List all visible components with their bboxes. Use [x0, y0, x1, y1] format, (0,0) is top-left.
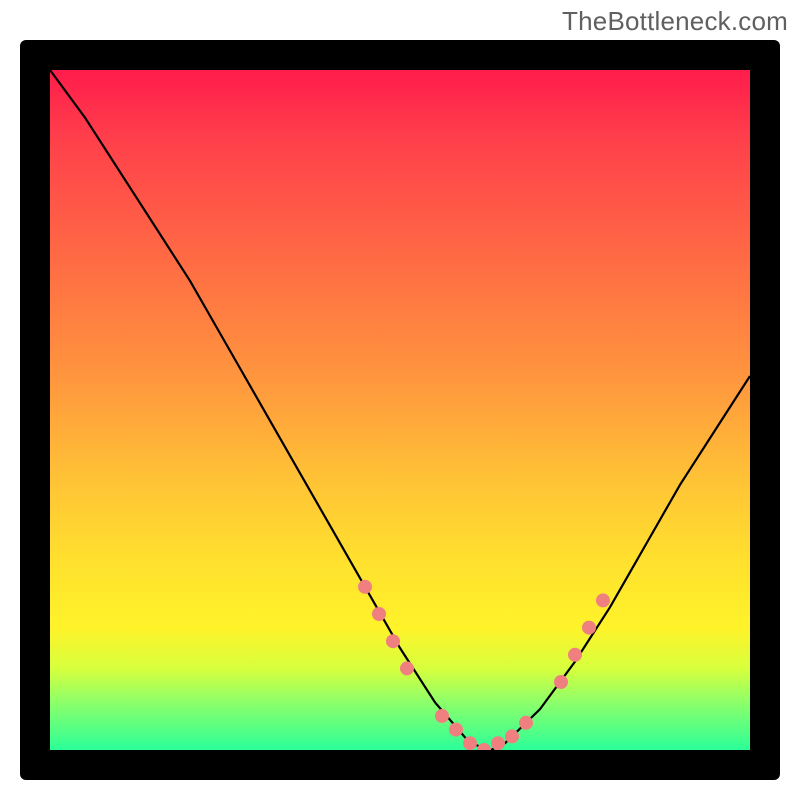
highlight-dot [491, 736, 505, 750]
highlight-dot [596, 593, 610, 607]
highlight-dot [449, 723, 463, 737]
chart-stage: TheBottleneck.com [0, 0, 800, 800]
highlight-dot [358, 580, 372, 594]
chart-svg [50, 70, 750, 750]
highlight-dot [554, 675, 568, 689]
highlight-dot [435, 709, 449, 723]
chart-frame [20, 40, 780, 780]
highlight-dot [519, 716, 533, 730]
highlight-dot [463, 736, 477, 750]
highlight-dot [386, 634, 400, 648]
highlight-dot [372, 607, 386, 621]
watermark-text: TheBottleneck.com [562, 6, 788, 37]
plot-area [50, 70, 750, 750]
highlight-dot [582, 621, 596, 635]
highlight-dot [568, 648, 582, 662]
highlight-dot [400, 661, 414, 675]
bottleneck-curve [50, 70, 750, 750]
highlight-dot [505, 729, 519, 743]
highlight-dot [477, 743, 491, 750]
